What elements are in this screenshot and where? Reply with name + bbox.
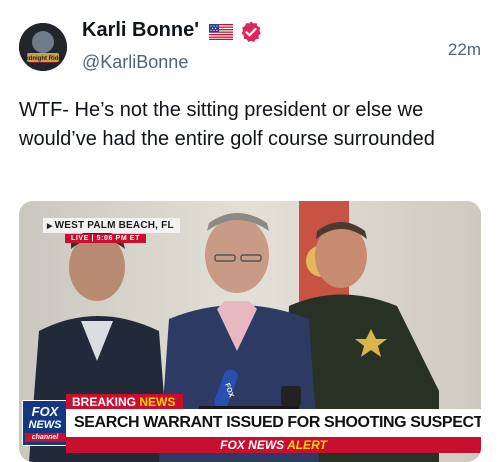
fox-logo-line2: NEWS (28, 419, 62, 431)
alert-word: ALERT (287, 438, 327, 452)
breaking-news-label: NEWS (139, 395, 176, 409)
avatar[interactable]: Midnight Rider (19, 23, 67, 71)
timestamp[interactable]: 22m (448, 40, 481, 60)
alert-brand: FOX NEWS (220, 438, 285, 452)
breaking-label: BREAKING (72, 395, 137, 409)
news-ticker: FOX NEWS channel BREAKING NEWS SEARCH WA… (19, 394, 481, 462)
display-name[interactable]: Karli Bonne' (82, 19, 199, 42)
tweet-text: WTF- He’s not the sitting president or e… (19, 99, 435, 150)
fox-logo-line3: channel (25, 433, 65, 442)
us-flag-icon (209, 24, 233, 40)
fox-logo-line1: FOX (31, 404, 59, 419)
fox-news-logo: FOX NEWS channel (22, 400, 68, 446)
headline-chyron: SEARCH WARRANT ISSUED FOR SHOOTING SUSPE… (66, 409, 481, 437)
fox-news-alert-bar: FOX NEWS ALERT (66, 437, 481, 453)
tweet-media[interactable]: FOX WEST PALM BEACH, FL LIVE | 5:06 PM E… (19, 201, 481, 462)
verified-badge-icon[interactable] (239, 20, 263, 44)
live-badge: LIVE | 5:06 PM ET (65, 234, 146, 243)
breaking-news-tag: BREAKING NEWS (66, 394, 184, 409)
location-bug: WEST PALM BEACH, FL LIVE | 5:06 PM ET (43, 215, 180, 243)
location-label: WEST PALM BEACH, FL (43, 218, 180, 233)
handle[interactable]: @KarliBonne (82, 52, 188, 73)
avatar-logo-text: Midnight Rider (22, 56, 65, 62)
tweet-header: Midnight Rider Karli Bonne' @KarliBonne … (0, 0, 500, 90)
